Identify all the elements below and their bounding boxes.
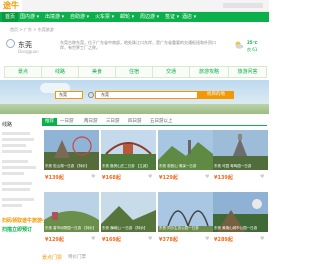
weather-temp: 25℃ — [247, 40, 258, 45]
card-caption: 东莞 可园 粤晖园一日游 — [214, 164, 252, 168]
duration-filter: 推荐 一日游 两日游 三日游 四日游 五日游以上 — [42, 118, 267, 126]
card-caption: 东莞 黄旗山城市公园一日游 — [214, 226, 258, 230]
product-card[interactable]: 东莞 松山湖一日游 【特价】 ¥139起 ♥ — [44, 130, 99, 190]
departure-city-select[interactable]: 东莞 — [55, 91, 83, 99]
sidebar-line[interactable] — [2, 198, 34, 201]
top-bar: 途牛 — [0, 0, 269, 12]
favorite-icon[interactable]: ♥ — [260, 174, 264, 180]
nav-hotel[interactable]: 酒店 ▾ — [182, 12, 196, 22]
nav-domestic[interactable]: 国内游 ▾ — [20, 12, 39, 22]
nav-home[interactable]: 首页 — [2, 12, 19, 22]
filter-1day[interactable]: 一日游 — [60, 118, 74, 125]
sidebar-line[interactable] — [2, 132, 30, 135]
nav-outbound[interactable]: 出境游 ▾ — [45, 12, 64, 22]
product-card[interactable]: 东莞 观音山 清溪一日游 ¥129起 ♥ — [158, 130, 213, 190]
card-caption: 东莞 同沙生态公园一日游 — [159, 226, 199, 230]
favorite-icon[interactable]: ♥ — [205, 174, 209, 180]
top-links[interactable] — [223, 3, 263, 8]
tab-food[interactable]: 美食 — [79, 67, 116, 77]
nav-train[interactable]: 火车票 ▾ — [95, 12, 114, 22]
city-header: 东莞 Dongguan 东莞古称东莞，位于广东省中南部，地处珠江口东岸，是广东省… — [0, 36, 269, 64]
city-intro: 东莞古称东莞，位于广东省中南部，地处珠江口东岸，是广东省重要的交通枢纽和外贸口岸… — [60, 40, 216, 50]
card-price: ¥289起 — [214, 237, 233, 243]
favorite-icon[interactable]: ♥ — [91, 174, 95, 180]
sidebar-line[interactable] — [2, 188, 30, 191]
tab-guides[interactable]: 旅游攻略 — [190, 67, 229, 77]
weather-cloud-icon — [235, 41, 244, 49]
tab-routes[interactable]: 线路 — [42, 67, 79, 77]
sidebar-line[interactable] — [2, 160, 28, 163]
card-price: ¥168起 — [102, 175, 121, 181]
breadcrumb[interactable]: 首页 > 广东 > 东莞旅游 — [10, 26, 54, 33]
section-title-tickets: 景点门票 — [42, 255, 63, 261]
sidebar-line[interactable] — [2, 138, 34, 141]
globe-icon — [6, 39, 15, 48]
filter-3day[interactable]: 三日游 — [106, 118, 120, 125]
card-price: ¥139起 — [45, 175, 64, 181]
sidebar-line[interactable] — [2, 182, 32, 185]
product-card[interactable]: 东莞 巍峨山 一日游 【特价】 ¥169起 ♥ — [101, 192, 156, 252]
product-card[interactable]: 东莞 可园 粤晖园一日游 ¥139起 ♥ — [213, 130, 268, 190]
nav-visa[interactable]: 签证 ▾ — [165, 12, 179, 22]
search-input[interactable]: 东莞 — [95, 91, 198, 99]
card-price: ¥129起 — [159, 175, 178, 181]
search-icon — [88, 92, 94, 98]
card-price: ¥129起 — [45, 237, 64, 243]
site-logo[interactable]: 途牛 — [0, 0, 22, 12]
card-caption: 东莞 观音山 清溪一日游 — [159, 164, 197, 168]
product-card[interactable]: 东莞 香市动物园一日游 【特价】 ¥129起 ♥ — [44, 192, 99, 252]
favorite-icon[interactable]: ♥ — [148, 236, 152, 242]
filter-2day[interactable]: 两日游 — [84, 118, 98, 125]
card-caption: 东莞 香市动物园一日游 【特价】 — [45, 226, 97, 230]
card-price: ¥378起 — [159, 237, 178, 243]
search-banner: 东莞 东莞 找目的地 — [0, 80, 269, 114]
card-price: ¥169起 — [102, 237, 121, 243]
filter-5day-plus[interactable]: 五日游以上 — [150, 118, 173, 125]
product-card[interactable]: 东莞 同沙生态公园一日游 ¥378起 ♥ — [158, 192, 213, 252]
favorite-icon[interactable]: ♥ — [205, 236, 209, 242]
weather-aqi: 良 61 — [247, 47, 258, 52]
tab-qa[interactable]: 旅游问答 — [229, 67, 266, 77]
sidebar-title: 线路 — [2, 122, 13, 128]
sidebar-promo-sub[interactable]: 扫描立即预订 — [2, 226, 32, 233]
tab-discount-tickets[interactable]: 特价门票 — [68, 254, 86, 260]
tab-transport[interactable]: 交通 — [153, 67, 190, 77]
sidebar-line[interactable] — [2, 166, 36, 169]
sidebar-line[interactable] — [2, 144, 26, 147]
favorite-icon[interactable]: ♥ — [91, 236, 95, 242]
product-card[interactable]: 东莞 隐贤山庄二日游 【立减】 ¥168起 ♥ — [101, 130, 156, 190]
filter-4day[interactable]: 四日游 — [128, 118, 142, 125]
category-tabs: 景点 线路 美食 住宿 交通 旅游攻略 旅游问答 — [4, 66, 267, 78]
product-card[interactable]: 东莞 黄旗山城市公园一日游 ¥289起 ♥ — [213, 192, 268, 252]
favorite-icon[interactable]: ♥ — [148, 174, 152, 180]
card-caption: 东莞 松山湖一日游 【特价】 — [45, 164, 90, 168]
city-en-name: Dongguan — [18, 49, 39, 54]
nav-self-guided[interactable]: 自助游 ▾ — [70, 12, 89, 22]
tab-lodging[interactable]: 住宿 — [116, 67, 153, 77]
sidebar-line[interactable] — [2, 172, 24, 175]
banner-hill — [0, 104, 269, 114]
favorite-icon[interactable]: ♥ — [260, 236, 264, 242]
card-caption: 东莞 巍峨山 一日游 【特价】 — [102, 226, 148, 230]
filter-recommended[interactable]: 推荐 — [42, 118, 57, 125]
sidebar-line[interactable] — [2, 150, 32, 153]
nav-cruise[interactable]: 邮轮 ▾ — [120, 12, 134, 22]
nav-nearby[interactable]: 周边游 ▾ — [140, 12, 159, 22]
card-caption: 东莞 隐贤山庄二日游 【立减】 — [102, 164, 150, 168]
tab-sights[interactable]: 景点 — [5, 67, 42, 77]
search-button[interactable]: 找目的地 — [198, 91, 234, 99]
main-nav: 首页 国内游 ▾ 出境游 ▾ 自助游 ▾ 火车票 ▾ 邮轮 ▾ 周边游 ▾ 签证… — [0, 12, 269, 22]
card-price: ¥139起 — [214, 175, 233, 181]
sidebar-line[interactable] — [2, 204, 22, 207]
